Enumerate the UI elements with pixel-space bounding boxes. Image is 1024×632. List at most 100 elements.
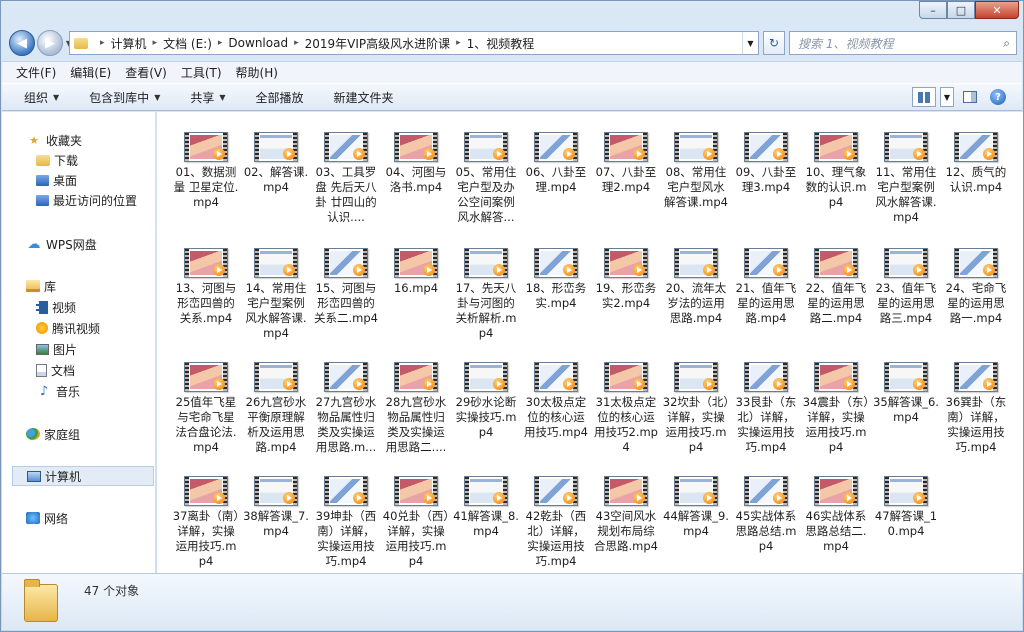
- file-item[interactable]: 43空间风水规划布局综合思路.mp4: [591, 476, 661, 586]
- file-item[interactable]: 45实战体系思路总结.mp4: [731, 476, 801, 586]
- file-item[interactable]: 27九宫砂水物品属性归类及实操运用思路.m...: [311, 362, 381, 472]
- file-item[interactable]: 04、河图与洛书.mp4: [381, 132, 451, 244]
- maximize-button[interactable]: □: [947, 1, 975, 19]
- sidebar-item[interactable]: ★ 收藏夹: [2, 130, 154, 150]
- search-input[interactable]: 搜索 1、视频教程 ⌕: [789, 31, 1017, 55]
- file-item[interactable]: 25值年飞星与宅命飞星法合盘论法.mp4: [171, 362, 241, 472]
- file-item[interactable]: 44解答课_9.mp4: [661, 476, 731, 586]
- file-item[interactable]: 40兑卦（西）详解，实操运用技巧.mp4: [381, 476, 451, 586]
- close-button[interactable]: ✕: [975, 1, 1019, 19]
- sidebar-item[interactable]: 文档: [2, 360, 154, 380]
- help-button[interactable]: ?: [986, 87, 1010, 107]
- sidebar-item[interactable]: 图片: [2, 339, 154, 359]
- address-dropdown-button[interactable]: ▼: [742, 32, 758, 54]
- play-all-button[interactable]: 全部播放: [256, 89, 304, 106]
- file-item[interactable]: 36巽卦（东南）详解，实操运用技巧.mp4: [941, 362, 1011, 472]
- breadcrumb-item[interactable]: 文档 (E:): [163, 35, 212, 52]
- back-button[interactable]: ◀: [9, 30, 35, 56]
- breadcrumb-item[interactable]: 1、视频教程: [467, 35, 535, 52]
- file-item[interactable]: 03、工具罗盘 先后天八卦 廿四山的认识....: [311, 132, 381, 244]
- file-item[interactable]: 24、宅命飞星的运用思路一.mp4: [941, 248, 1011, 358]
- file-item[interactable]: 37离卦（南）详解，实操运用技巧.mp4: [171, 476, 241, 586]
- minimize-button[interactable]: –: [919, 1, 947, 19]
- file-item[interactable]: 26九宫砂水平衡原理解析及运用思路.mp4: [241, 362, 311, 472]
- file-item[interactable]: 10、理气象数的认识.mp4: [801, 132, 871, 244]
- breadcrumb-arrow-icon[interactable]: ▸: [294, 38, 299, 48]
- file-item[interactable]: 12、质气的认识.mp4: [941, 132, 1011, 244]
- new-folder-button[interactable]: 新建文件夹: [334, 89, 394, 106]
- sidebar-item[interactable]: 视频: [2, 297, 154, 317]
- file-item[interactable]: 18、形峦务实.mp4: [521, 248, 591, 358]
- sidebar-item[interactable]: 家庭组: [2, 424, 154, 444]
- file-item[interactable]: 09、八卦至理3.mp4: [731, 132, 801, 244]
- file-item[interactable]: 06、八卦至理.mp4: [521, 132, 591, 244]
- preview-pane-button[interactable]: [958, 87, 982, 107]
- file-item[interactable]: 20、流年太岁法的运用思路.mp4: [661, 248, 731, 358]
- file-name: 17、先天八卦与河图的关析解析.mp4: [455, 281, 517, 340]
- forward-button[interactable]: ▶: [37, 30, 63, 56]
- breadcrumb-arrow-icon[interactable]: ▸: [456, 38, 461, 48]
- file-item[interactable]: 38解答课_7.mp4: [241, 476, 311, 586]
- file-item[interactable]: 13、河图与形峦四兽的关系.mp4: [171, 248, 241, 358]
- include-in-library-button[interactable]: 包含到库中 ▼: [89, 89, 160, 106]
- file-item[interactable]: 42乾卦（西北）详解，实操运用技巧.mp4: [521, 476, 591, 586]
- breadcrumb-arrow-icon[interactable]: ▸: [100, 38, 105, 48]
- file-item[interactable]: 31太极点定位的核心运用技巧2.mp4: [591, 362, 661, 472]
- search-icon[interactable]: ⌕: [1003, 36, 1010, 51]
- file-item[interactable]: 14、常用住宅户型案例风水解答课.mp4: [241, 248, 311, 358]
- sidebar-item[interactable]: 计算机: [12, 466, 154, 486]
- menu-help[interactable]: 帮助(H): [236, 64, 278, 81]
- breadcrumb-item[interactable]: 计算机: [111, 35, 147, 52]
- file-item[interactable]: 16.mp4: [381, 248, 451, 358]
- sidebar-item[interactable]: ☁ WPS网盘: [2, 234, 154, 254]
- file-item[interactable]: 47解答课_10.mp4: [871, 476, 941, 586]
- sidebar-item[interactable]: 库: [2, 276, 154, 296]
- sidebar-item[interactable]: 最近访问的位置: [2, 190, 154, 210]
- file-item[interactable]: 33艮卦（东北）详解，实操运用技巧.mp4: [731, 362, 801, 472]
- play-badge-icon: [703, 148, 715, 160]
- file-item[interactable]: 22、值年飞星的运用思路二.mp4: [801, 248, 871, 358]
- file-item[interactable]: 08、常用住宅户型风水解答课.mp4: [661, 132, 731, 244]
- file-item[interactable]: 32坎卦（北）详解，实操运用技巧.mp4: [661, 362, 731, 472]
- file-item[interactable]: 17、先天八卦与河图的关析解析.mp4: [451, 248, 521, 358]
- file-name: 32坎卦（北）详解，实操运用技巧.mp4: [662, 395, 730, 454]
- sidebar-item[interactable]: 网络: [2, 508, 154, 528]
- menu-edit[interactable]: 编辑(E): [70, 64, 111, 81]
- sidebar-item[interactable]: ♪ 音乐: [2, 381, 154, 401]
- file-name: 25值年飞星与宅命飞星法合盘论法.mp4: [175, 395, 237, 454]
- menu-view[interactable]: 查看(V): [125, 64, 167, 81]
- file-item[interactable]: 35解答课_6.mp4: [871, 362, 941, 472]
- refresh-button[interactable]: ↻: [763, 31, 785, 55]
- file-item[interactable]: 34震卦（东）详解，实操运用技巧.mp4: [801, 362, 871, 472]
- sidebar-item[interactable]: 下载: [2, 150, 154, 170]
- breadcrumb-arrow-icon[interactable]: ▸: [153, 38, 158, 48]
- share-button[interactable]: 共享 ▼: [190, 89, 225, 106]
- file-item[interactable]: 46实战体系思路总结二.mp4: [801, 476, 871, 586]
- sidebar-item[interactable]: 腾讯视频: [2, 318, 154, 338]
- organize-button[interactable]: 组织 ▼: [24, 89, 59, 106]
- address-bar[interactable]: ▸ 计算机 ▸ 文档 (E:) ▸ Download ▸ 2019年VIP高级风水进阶课 ▸ 1、…: [69, 31, 759, 55]
- file-item[interactable]: 29砂水论断实操技巧.mp4: [451, 362, 521, 472]
- file-item[interactable]: 30太极点定位的核心运用技巧.mp4: [521, 362, 591, 472]
- file-item[interactable]: 23、值年飞星的运用思路三.mp4: [871, 248, 941, 358]
- file-item[interactable]: 02、解答课.mp4: [241, 132, 311, 244]
- breadcrumb-arrow-icon[interactable]: ▸: [218, 38, 223, 48]
- file-item[interactable]: 15、河图与形峦四兽的关系二.mp4: [311, 248, 381, 358]
- menu-file[interactable]: 文件(F): [16, 64, 56, 81]
- file-item[interactable]: 21、值年飞星的运用思路.mp4: [731, 248, 801, 358]
- file-item[interactable]: 41解答课_8.mp4: [451, 476, 521, 586]
- view-options-dropdown[interactable]: ▼: [940, 87, 954, 107]
- breadcrumb-item[interactable]: Download: [228, 36, 288, 50]
- file-item[interactable]: 11、常用住宅户型案例风水解答课.mp4: [871, 132, 941, 244]
- sidebar-item[interactable]: 桌面: [2, 170, 154, 190]
- file-item[interactable]: 28九宫砂水物品属性归类及实操运用思路二....: [381, 362, 451, 472]
- file-item[interactable]: 05、常用住宅户型及办公空间案例风水解答...: [451, 132, 521, 244]
- change-view-button[interactable]: [912, 87, 936, 107]
- file-item[interactable]: 39坤卦（西南）详解，实操运用技巧.mp4: [311, 476, 381, 586]
- file-item[interactable]: 19、形峦务实2.mp4: [591, 248, 661, 358]
- breadcrumb-item[interactable]: 2019年VIP高级风水进阶课: [305, 35, 451, 52]
- file-item[interactable]: 01、数据测量 卫星定位.mp4: [171, 132, 241, 244]
- file-item[interactable]: 07、八卦至理2.mp4: [591, 132, 661, 244]
- menu-tools[interactable]: 工具(T): [181, 64, 222, 81]
- sidebar-item-label: 计算机: [45, 469, 82, 484]
